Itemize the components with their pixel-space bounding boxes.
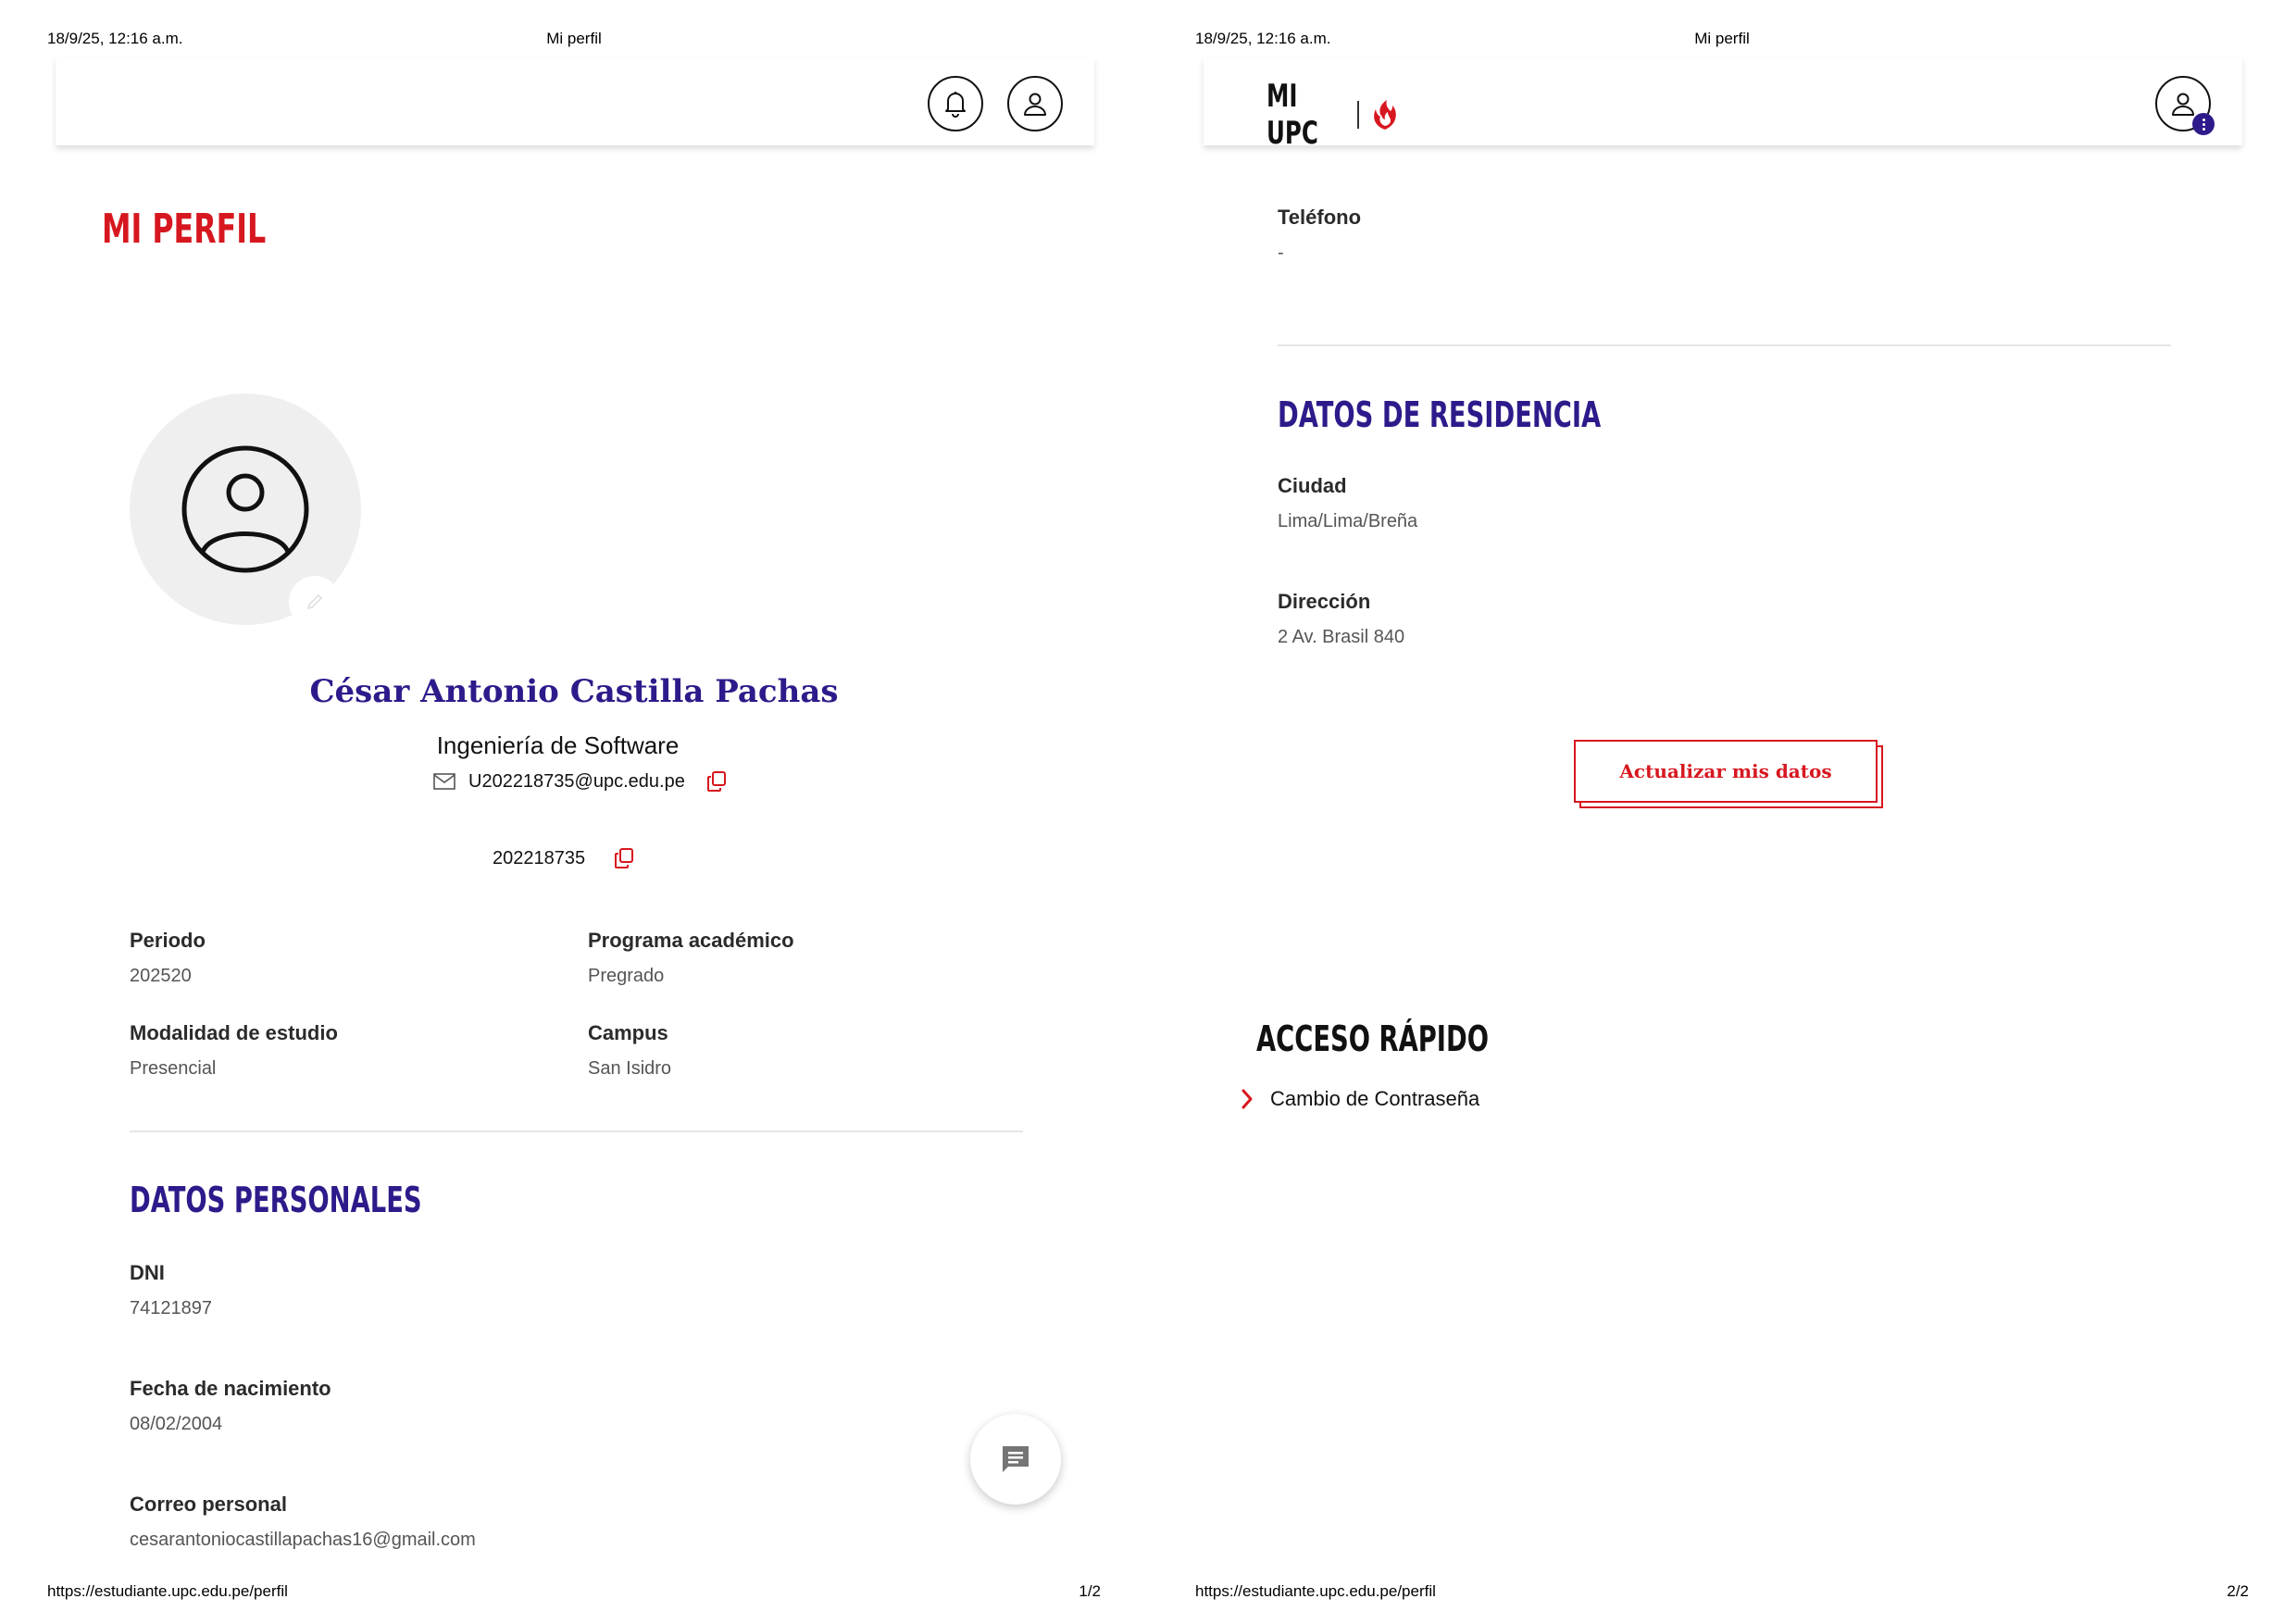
user-icon — [2172, 93, 2194, 116]
career-name: Ingeniería de Software — [436, 731, 680, 759]
print-page-number: 1/2 — [1079, 1582, 1101, 1600]
personal-email-label: Correo personal — [130, 1493, 287, 1516]
upc-flame-logo — [1374, 100, 1396, 130]
quick-link-change-password[interactable]: Cambio de Contraseña — [1241, 1087, 1479, 1111]
copy-icon — [706, 771, 726, 792]
print-url: https://estudiante.upc.edu.pe/perfil — [47, 1582, 288, 1600]
field-city: Ciudad Lima/Lima/Breña — [1278, 474, 1417, 532]
user-icon — [1024, 93, 1046, 116]
student-code-row: 202218735 — [493, 847, 635, 869]
field-personal-email: Correo personal cesarantoniocastillapach… — [130, 1493, 476, 1551]
print-page-number: 2/2 — [2227, 1582, 2249, 1600]
phone-label: Teléfono — [1278, 206, 1362, 229]
divider — [1278, 344, 2171, 346]
update-data-button[interactable]: Actualizar mis datos — [1574, 740, 1883, 808]
update-button-label[interactable]: Actualizar mis datos — [1574, 740, 1878, 803]
print-page-2: 18/9/25, 12:16 a.m. Mi perfil MI UPC Tel… — [1148, 0, 2296, 1624]
residence-data-title: DATOS DE RESIDENCIA — [1278, 394, 1602, 435]
field-periodo: Periodo 202520 — [130, 929, 206, 987]
quick-access-title: ACCESO RÁPIDO — [1256, 1018, 1489, 1059]
brand-name: MI UPC — [1267, 78, 1318, 152]
print-url: https://estudiante.upc.edu.pe/perfil — [1195, 1582, 1436, 1600]
top-navbar — [56, 57, 1094, 145]
field-campus: Campus San Isidro — [588, 1021, 671, 1080]
institutional-email: U202218735@upc.edu.pe — [468, 770, 685, 792]
campus-label: Campus — [588, 1021, 668, 1044]
city-value: Lima/Lima/Breña — [1278, 511, 1418, 531]
field-programa: Programa académico Pregrado — [588, 929, 794, 987]
field-dni: DNI 74121897 — [130, 1261, 212, 1319]
student-name: César Antonio Castilla Pachas — [309, 673, 839, 710]
print-title: Mi perfil — [546, 30, 602, 47]
chat-icon — [1003, 1446, 1029, 1472]
institutional-email-row: U202218735@upc.edu.pe — [433, 770, 728, 793]
campus-value: San Isidro — [588, 1058, 672, 1079]
more-icon[interactable] — [2192, 113, 2215, 135]
birthdate-label: Fecha de nacimiento — [130, 1377, 331, 1400]
edit-icon — [306, 593, 323, 610]
bell-icon — [945, 92, 966, 118]
programa-value: Pregrado — [588, 966, 665, 986]
personal-email-value: cesarantoniocastillapachas16@gmail.com — [130, 1530, 476, 1550]
modalidad-label: Modalidad de estudio — [130, 1021, 338, 1044]
phone-value: - — [1278, 243, 1284, 263]
city-label: Ciudad — [1278, 474, 1347, 497]
edit-avatar-button[interactable] — [289, 576, 341, 628]
user-menu-button[interactable] — [1007, 76, 1063, 131]
chat-button[interactable] — [970, 1414, 1061, 1505]
copy-code-button[interactable] — [613, 847, 635, 869]
periodo-value: 202520 — [130, 966, 192, 986]
chevron-right-icon — [1242, 1089, 1253, 1109]
quick-link-label[interactable]: Cambio de Contraseña — [1270, 1087, 1479, 1111]
avatar-user-icon — [181, 445, 309, 573]
personal-data-title: DATOS PERSONALES — [130, 1180, 422, 1220]
print-page-1: 18/9/25, 12:16 a.m. Mi perfil MI PERFIL — [0, 0, 1148, 1624]
programa-label: Programa académico — [588, 929, 794, 952]
modalidad-value: Presencial — [130, 1058, 217, 1079]
birthdate-value: 08/02/2004 — [130, 1414, 223, 1434]
user-menu-button[interactable] — [2155, 76, 2215, 135]
address-value: 2 Av. Brasil 840 — [1278, 627, 1405, 647]
notifications-button[interactable] — [928, 76, 983, 131]
dni-value: 74121897 — [130, 1298, 212, 1318]
periodo-label: Periodo — [130, 929, 206, 952]
page-title: MI PERFIL — [102, 206, 267, 253]
brand-separator — [1357, 101, 1359, 129]
copy-icon — [615, 848, 634, 868]
dni-label: DNI — [130, 1261, 165, 1284]
top-navbar: MI UPC — [1204, 57, 2242, 152]
copy-email-button[interactable] — [705, 770, 728, 793]
mail-icon — [433, 773, 455, 790]
field-birthdate: Fecha de nacimiento 08/02/2004 — [130, 1377, 331, 1435]
field-modalidad: Modalidad de estudio Presencial — [130, 1021, 338, 1080]
student-code: 202218735 — [493, 847, 586, 868]
address-label: Dirección — [1278, 590, 1371, 613]
field-phone: Teléfono - — [1278, 206, 1361, 264]
divider — [130, 1131, 1023, 1132]
print-title: Mi perfil — [1694, 30, 1750, 47]
brand-logo[interactable]: MI UPC — [1267, 78, 1402, 152]
field-address: Dirección 2 Av. Brasil 840 — [1278, 590, 1404, 648]
